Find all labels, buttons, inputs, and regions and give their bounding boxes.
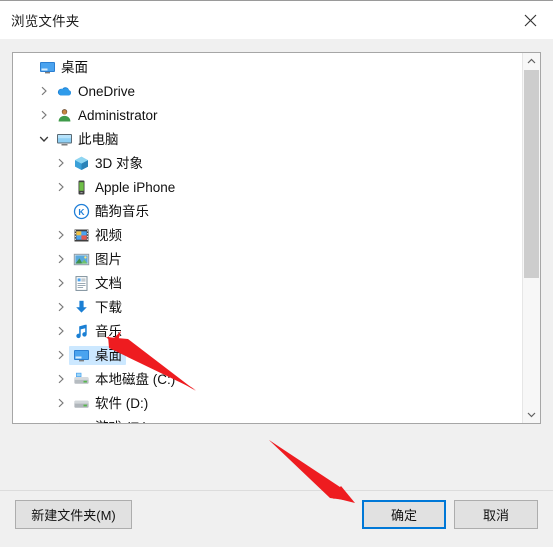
pictures-image-icon bbox=[71, 251, 91, 268]
browse-folder-dialog: 浏览文件夹 桌面 OneDrive Administrator 此电脑 3D 对象 App… bbox=[0, 0, 553, 547]
chevron-right-icon[interactable] bbox=[35, 86, 52, 96]
chevron-right-icon bbox=[52, 206, 69, 216]
tree-item[interactable]: Apple iPhone bbox=[13, 175, 522, 199]
tree-item-content[interactable]: 本地磁盘 (C:) bbox=[69, 370, 179, 389]
chevron-right-icon[interactable] bbox=[52, 254, 69, 264]
tree-item-content[interactable]: 音乐 bbox=[69, 322, 126, 341]
chevron-down-icon[interactable] bbox=[35, 135, 52, 143]
tree-item-label: 游戏 (E:) bbox=[95, 419, 148, 424]
dialog-body: 桌面 OneDrive Administrator 此电脑 3D 对象 Apple iPh… bbox=[0, 39, 553, 547]
downloads-arrow-icon bbox=[71, 299, 91, 316]
user-account-icon bbox=[54, 107, 74, 124]
drive-icon bbox=[71, 395, 91, 412]
chevron-right-icon[interactable] bbox=[52, 230, 69, 240]
tree-item-label: 此电脑 bbox=[78, 131, 119, 147]
dialog-footer: 新建文件夹(M) 确定 取消 bbox=[0, 490, 553, 547]
tree-item-label: 3D 对象 bbox=[95, 155, 144, 171]
tree-item-label: 桌面 bbox=[61, 59, 88, 75]
tree-item-content[interactable]: 文档 bbox=[69, 274, 126, 293]
tree-item[interactable]: OneDrive bbox=[13, 79, 522, 103]
tree-item[interactable]: 本地磁盘 (C:) bbox=[13, 367, 522, 391]
tree-item[interactable]: 桌面 bbox=[13, 343, 522, 367]
tree-item-label: 桌面 bbox=[95, 347, 122, 363]
tree-item-label: OneDrive bbox=[78, 83, 136, 99]
tree-item-content[interactable]: 游戏 (E:) bbox=[69, 418, 152, 424]
this-pc-monitor-icon bbox=[54, 131, 74, 148]
close-icon[interactable] bbox=[507, 1, 553, 39]
scrollbar-track[interactable] bbox=[523, 70, 540, 406]
videos-film-icon bbox=[71, 227, 91, 244]
scroll-down-button[interactable] bbox=[523, 406, 540, 423]
tree-vertical-scrollbar[interactable] bbox=[522, 53, 540, 423]
title-bar: 浏览文件夹 bbox=[0, 1, 553, 39]
kugou-music-icon: K bbox=[71, 203, 91, 220]
cancel-button[interactable]: 取消 bbox=[454, 500, 538, 529]
tree-item-content[interactable]: 软件 (D:) bbox=[69, 394, 152, 413]
tree-item[interactable]: 图片 bbox=[13, 247, 522, 271]
music-note-icon bbox=[71, 323, 91, 340]
tree-item-label: 音乐 bbox=[95, 323, 122, 339]
chevron-right-icon[interactable] bbox=[52, 422, 69, 423]
tree-item[interactable]: 音乐 bbox=[13, 319, 522, 343]
tree-item-label: Apple iPhone bbox=[95, 179, 176, 195]
tree-item[interactable]: 文档 bbox=[13, 271, 522, 295]
desktop-monitor-icon bbox=[37, 59, 57, 76]
tree-item[interactable]: Administrator bbox=[13, 103, 522, 127]
chevron-right-icon bbox=[18, 62, 35, 72]
tree-item-content[interactable]: OneDrive bbox=[52, 82, 139, 101]
chevron-right-icon[interactable] bbox=[52, 182, 69, 192]
tree-item[interactable]: 此电脑 bbox=[13, 127, 522, 151]
tree-item-label: 文档 bbox=[95, 275, 122, 291]
tree-item[interactable]: K 酷狗音乐 bbox=[13, 199, 522, 223]
tree-item-content[interactable]: 桌面 bbox=[35, 58, 92, 77]
tree-item-label: 视频 bbox=[95, 227, 122, 243]
tree-item[interactable]: 游戏 (E:) bbox=[13, 415, 522, 423]
chevron-right-icon[interactable] bbox=[52, 158, 69, 168]
chevron-right-icon[interactable] bbox=[52, 398, 69, 408]
chevron-right-icon[interactable] bbox=[52, 278, 69, 288]
tree-item-content[interactable]: 下载 bbox=[69, 298, 126, 317]
svg-text:K: K bbox=[78, 207, 85, 217]
tree-item-label: Administrator bbox=[78, 107, 158, 123]
ok-button[interactable]: 确定 bbox=[362, 500, 446, 529]
folder-tree-panel: 桌面 OneDrive Administrator 此电脑 3D 对象 Apple iPh… bbox=[12, 52, 541, 424]
tree-item-content[interactable]: Apple iPhone bbox=[69, 178, 179, 197]
chevron-right-icon[interactable] bbox=[52, 374, 69, 384]
tree-item-label: 酷狗音乐 bbox=[95, 203, 149, 219]
onedrive-cloud-icon bbox=[54, 83, 74, 100]
tree-item-content[interactable]: K 酷狗音乐 bbox=[69, 202, 153, 221]
tree-item[interactable]: 视频 bbox=[13, 223, 522, 247]
tree-item-label: 本地磁盘 (C:) bbox=[95, 371, 176, 387]
tree-item-content[interactable]: Administrator bbox=[52, 106, 162, 125]
folder-tree[interactable]: 桌面 OneDrive Administrator 此电脑 3D 对象 Apple iPh… bbox=[13, 53, 522, 423]
drive-icon bbox=[71, 419, 91, 424]
tree-item-label: 软件 (D:) bbox=[95, 395, 149, 411]
tree-item-label: 下载 bbox=[95, 299, 122, 315]
tree-item-content[interactable]: 视频 bbox=[69, 226, 126, 245]
tree-item[interactable]: 软件 (D:) bbox=[13, 391, 522, 415]
scrollbar-thumb[interactable] bbox=[524, 70, 539, 279]
chevron-right-icon[interactable] bbox=[52, 326, 69, 336]
chevron-right-icon[interactable] bbox=[52, 302, 69, 312]
tree-item-label: 图片 bbox=[95, 251, 122, 267]
tree-item[interactable]: 下载 bbox=[13, 295, 522, 319]
tree-item[interactable]: 3D 对象 bbox=[13, 151, 522, 175]
scroll-up-button[interactable] bbox=[523, 53, 540, 70]
3d-objects-cube-icon bbox=[71, 155, 91, 172]
dialog-title: 浏览文件夹 bbox=[11, 14, 80, 29]
tree-item-content[interactable]: 此电脑 bbox=[52, 130, 123, 149]
tree-item-content[interactable]: 3D 对象 bbox=[69, 154, 147, 173]
tree-item[interactable]: 桌面 bbox=[13, 55, 522, 79]
chevron-right-icon[interactable] bbox=[52, 350, 69, 360]
phone-device-icon bbox=[71, 179, 91, 196]
chevron-right-icon[interactable] bbox=[35, 110, 52, 120]
desktop-monitor-icon bbox=[71, 347, 91, 364]
tree-item-content[interactable]: 图片 bbox=[69, 250, 126, 269]
system-drive-icon bbox=[71, 371, 91, 388]
documents-file-icon bbox=[71, 275, 91, 292]
new-folder-button[interactable]: 新建文件夹(M) bbox=[15, 500, 132, 529]
tree-item-content[interactable]: 桌面 bbox=[69, 345, 126, 365]
